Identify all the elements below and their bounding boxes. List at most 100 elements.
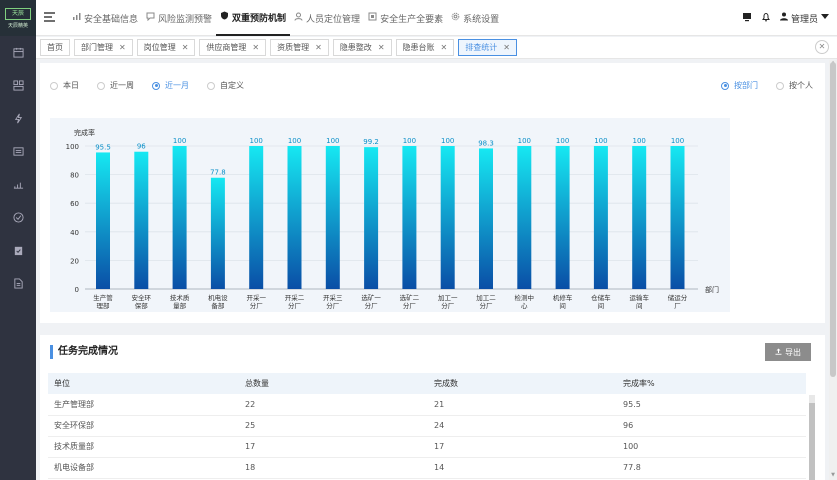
table-cell: 100 bbox=[617, 436, 806, 458]
chart-bar[interactable] bbox=[593, 146, 608, 289]
bar-value-label: 100 bbox=[250, 137, 263, 145]
close-icon[interactable]: ✕ bbox=[441, 43, 448, 52]
group-radio-group: 按部门 按个人 bbox=[721, 80, 813, 91]
close-icon[interactable]: ✕ bbox=[252, 43, 259, 52]
close-icon[interactable]: ✕ bbox=[503, 43, 510, 52]
chart-bar[interactable] bbox=[172, 146, 187, 289]
chart-bar[interactable] bbox=[96, 152, 110, 289]
x-tick-label: 机电设备部 bbox=[208, 293, 228, 310]
check-circle-icon[interactable] bbox=[0, 201, 36, 234]
tab-list: 首页 部门管理 ✕ 岗位管理 ✕ 供应商管理 ✕ 资质管理 ✕ 隐患整改 ✕ 隐患台账 ✕ 排查统计 ✕ bbox=[40, 39, 517, 56]
nav-item-risk-warning[interactable]: 风险监测预警 bbox=[142, 0, 216, 36]
export-button[interactable]: 导出 bbox=[765, 343, 811, 361]
x-tick-label: 开采一分厂 bbox=[246, 293, 266, 310]
nav-item-safety-info[interactable]: 安全基础信息 bbox=[68, 0, 142, 36]
y-tick-label: 60 bbox=[70, 200, 79, 208]
user-menu[interactable]: 管理员 bbox=[779, 12, 829, 25]
page-scrollbar-thumb[interactable] bbox=[830, 62, 836, 377]
close-all-tabs-icon[interactable]: ✕ bbox=[815, 40, 829, 54]
scroll-down-arrow-icon[interactable]: ▼ bbox=[830, 472, 836, 478]
layout-icon[interactable] bbox=[0, 69, 36, 102]
chart-bar[interactable] bbox=[287, 146, 302, 289]
table-cell: 95.5 bbox=[617, 394, 806, 416]
tab-item[interactable]: 排查统计 ✕ bbox=[458, 39, 517, 56]
bell-icon[interactable] bbox=[761, 12, 771, 25]
radio-by-person[interactable]: 按个人 bbox=[776, 80, 813, 91]
radio-dot bbox=[97, 81, 105, 90]
table-cell: 18 bbox=[239, 457, 428, 479]
nav-item-dual-prevention[interactable]: 双重预防机制 bbox=[216, 0, 291, 36]
table-row[interactable]: 安全环保部 25 24 96 bbox=[48, 415, 806, 437]
bar-value-label: 100 bbox=[288, 137, 301, 145]
radio-by-department[interactable]: 按部门 bbox=[721, 80, 758, 91]
close-icon[interactable]: ✕ bbox=[315, 43, 322, 52]
close-icon[interactable]: ✕ bbox=[119, 43, 126, 52]
x-tick-label: 检测中心 bbox=[515, 293, 535, 310]
y-tick-label: 0 bbox=[75, 286, 79, 294]
tab-item[interactable]: 隐患台账 ✕ bbox=[395, 39, 455, 56]
calendar-icon[interactable] bbox=[0, 36, 36, 69]
table-row[interactable]: 技术质量部 17 17 100 bbox=[48, 436, 806, 458]
chart-bar[interactable] bbox=[364, 147, 379, 289]
y-tick-label: 20 bbox=[70, 257, 79, 265]
radio-last-month[interactable]: 近一月 bbox=[152, 80, 189, 91]
tab-item[interactable]: 首页 bbox=[40, 39, 70, 56]
monitor-icon[interactable] bbox=[742, 12, 752, 25]
table-cell: 17 bbox=[428, 436, 617, 458]
chart-bar[interactable] bbox=[440, 146, 455, 289]
tab-item[interactable]: 资质管理 ✕ bbox=[270, 39, 329, 56]
nav-item-all-elements[interactable]: 安全生产全要素 bbox=[364, 0, 447, 36]
column-header: 总数量 bbox=[239, 373, 428, 394]
lightning-icon[interactable] bbox=[0, 102, 36, 135]
nav-item-personnel-location[interactable]: 人员定位管理 bbox=[290, 0, 364, 36]
nav-item-label: 风险监测预警 bbox=[158, 14, 213, 25]
radio-today[interactable]: 本日 bbox=[50, 80, 79, 91]
nav-item-system-settings[interactable]: 系统设置 bbox=[447, 0, 503, 36]
bar-value-label: 95.5 bbox=[95, 143, 111, 151]
list-icon[interactable] bbox=[0, 135, 36, 168]
bar-value-label: 99.2 bbox=[363, 138, 379, 146]
tab-item[interactable]: 供应商管理 ✕ bbox=[199, 39, 267, 56]
period-radio-group: 本日 近一周 近一月 自定义 bbox=[50, 80, 244, 91]
chart-bar[interactable] bbox=[479, 148, 493, 289]
grid-icon bbox=[368, 12, 377, 24]
bar-value-label: 100 bbox=[441, 137, 454, 145]
user-name: 管理员 bbox=[790, 14, 818, 25]
tab-item[interactable]: 部门管理 ✕ bbox=[74, 39, 133, 56]
bar-value-label: 100 bbox=[671, 137, 684, 145]
table-scrollbar-thumb[interactable] bbox=[809, 403, 815, 480]
table-row[interactable]: 机电设备部 18 14 77.8 bbox=[48, 457, 806, 479]
table-row[interactable]: 生产管理部 22 21 95.5 bbox=[48, 394, 806, 416]
chart-bar[interactable] bbox=[555, 146, 570, 289]
tab-label: 资质管理 bbox=[277, 43, 310, 52]
x-tick-label: 储运分厂 bbox=[668, 293, 688, 310]
close-icon[interactable]: ✕ bbox=[378, 43, 385, 52]
chart-bar[interactable] bbox=[210, 177, 225, 289]
chart-bar[interactable] bbox=[670, 146, 685, 289]
tab-item[interactable]: 岗位管理 ✕ bbox=[136, 39, 196, 56]
radio-last-week[interactable]: 近一周 bbox=[97, 80, 134, 91]
hamburger-icon[interactable] bbox=[44, 12, 55, 24]
chart-bar[interactable] bbox=[632, 146, 647, 289]
chart-bar[interactable] bbox=[249, 146, 264, 289]
document-icon[interactable] bbox=[0, 267, 36, 300]
x-tick-label: 安全环保部 bbox=[132, 293, 152, 310]
main-nav: 安全基础信息 风险监测预警 双重预防机制 人员定位管理 安全生产全要素 系统设置 bbox=[68, 0, 503, 36]
radio-custom[interactable]: 自定义 bbox=[207, 80, 244, 91]
chart-bar[interactable] bbox=[517, 146, 532, 289]
tab-item[interactable]: 隐患整改 ✕ bbox=[332, 39, 392, 56]
top-bar: 安全基础信息 风险监测预警 双重预防机制 人员定位管理 安全生产全要素 系统设置… bbox=[36, 0, 837, 36]
logo: 天辰 天辰精英 bbox=[0, 0, 36, 36]
radio-label: 本日 bbox=[63, 81, 79, 90]
chart-bar[interactable] bbox=[134, 151, 149, 289]
signal-icon[interactable] bbox=[0, 168, 36, 201]
clipboard-check-icon[interactable] bbox=[0, 234, 36, 267]
bar-value-label: 100 bbox=[556, 137, 569, 145]
chart-bar[interactable] bbox=[325, 146, 340, 289]
bar-value-label: 100 bbox=[403, 137, 416, 145]
tab-label: 供应商管理 bbox=[206, 43, 247, 52]
close-icon[interactable]: ✕ bbox=[182, 43, 189, 52]
chart-bar[interactable] bbox=[402, 146, 417, 289]
y-axis-label: 完成率 bbox=[74, 128, 95, 137]
bar-value-label: 96 bbox=[137, 143, 146, 151]
